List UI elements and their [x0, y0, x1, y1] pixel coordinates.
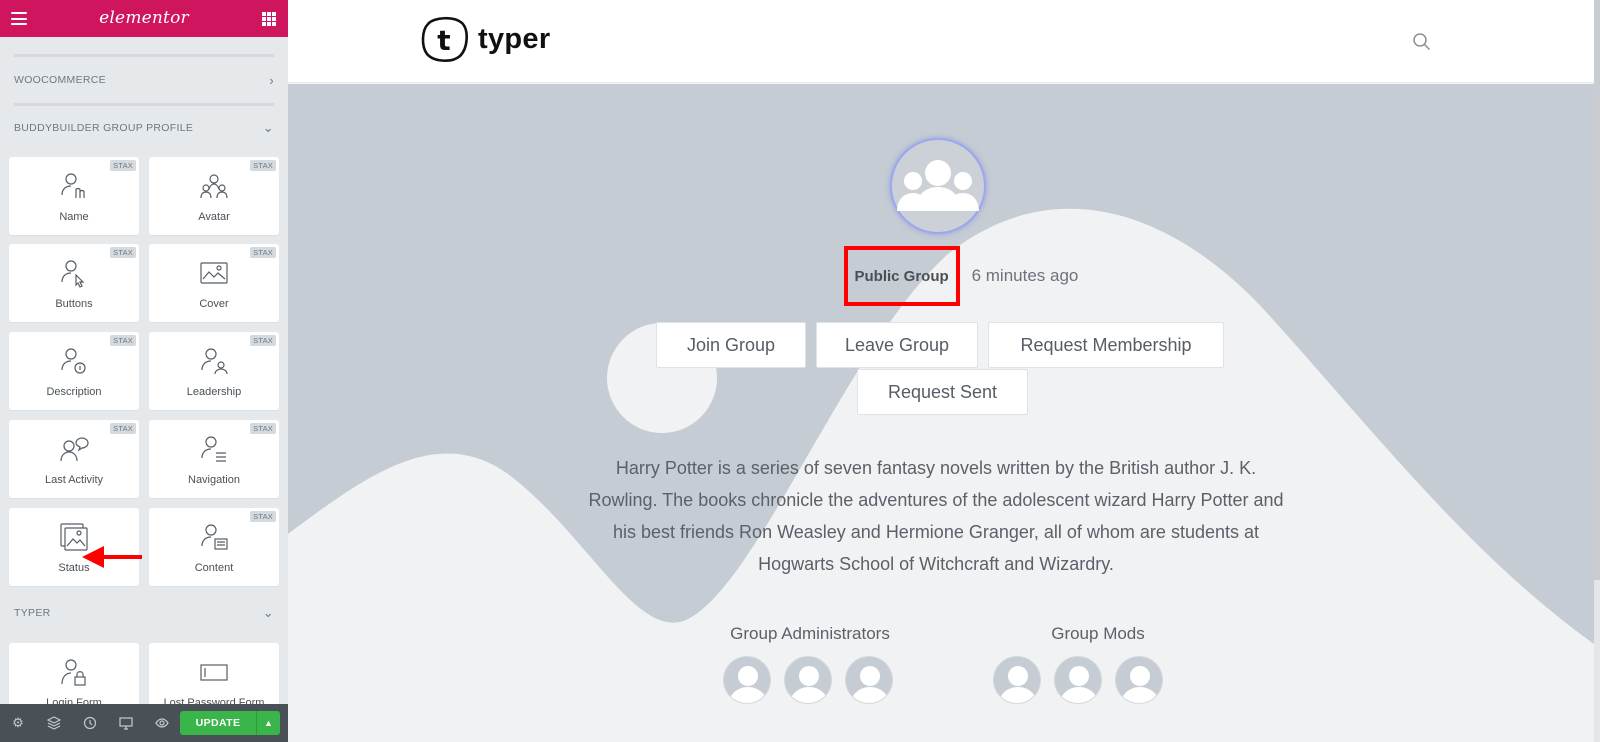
divider — [14, 54, 274, 57]
widget-label: Description — [46, 386, 102, 398]
widget-label: Leadership — [186, 386, 242, 398]
stax-badge: STAX — [250, 511, 276, 522]
divider — [14, 103, 274, 106]
category-label: WOOCOMMERCE — [14, 74, 106, 86]
admin-avatar[interactable] — [784, 656, 832, 704]
typer-logo-mark-icon: t — [421, 16, 468, 62]
stax-badge: STAX — [250, 423, 276, 434]
mod-avatar[interactable] — [993, 656, 1041, 704]
group-placeholder-icon — [897, 160, 979, 211]
user-chat-icon — [60, 437, 89, 462]
input-field-icon — [200, 664, 228, 681]
category-woocommerce[interactable]: WOOCOMMERCE › — [14, 72, 274, 88]
group-mods-title: Group Mods — [1051, 624, 1145, 643]
widget-last-activity[interactable]: STAX Last Activity — [9, 420, 139, 498]
user-placeholder-icon — [1059, 666, 1099, 703]
user-placeholder-icon — [850, 666, 890, 703]
widget-label: Name — [59, 211, 89, 223]
chevron-right-icon: › — [269, 72, 274, 88]
settings-gear-icon[interactable]: ⚙ — [0, 704, 36, 742]
category-typer[interactable]: TYPER ⌄ — [14, 605, 274, 621]
user-lock-icon — [61, 659, 86, 686]
widget-leadership[interactable]: STAX Leadership — [149, 332, 279, 410]
preview-eye-icon[interactable] — [144, 704, 180, 742]
stax-badge: STAX — [250, 335, 276, 346]
group-administrators-title: Group Administrators — [730, 624, 890, 643]
widget-navigation[interactable]: STAX Navigation — [149, 420, 279, 498]
widget-buttons[interactable]: STAX Buttons — [9, 244, 139, 322]
user-cursor-icon — [61, 260, 85, 288]
user-placeholder-icon — [728, 666, 768, 703]
widget-name[interactable]: STAX Name — [9, 157, 139, 235]
panel-footer: ⚙ UPDATE ▲ — [0, 704, 288, 742]
stax-badge: STAX — [110, 423, 136, 434]
category-label: BUDDYBUILDER GROUP PROFILE — [14, 122, 194, 134]
user-leader-icon — [201, 348, 228, 375]
widget-content[interactable]: STAX Content — [149, 508, 279, 586]
widget-cover[interactable]: STAX Cover — [149, 244, 279, 322]
user-placeholder-icon — [998, 666, 1038, 703]
leave-group-button[interactable]: Leave Group — [816, 322, 978, 368]
annotation-arrow-icon — [82, 546, 142, 568]
widget-label: Last Activity — [44, 474, 104, 486]
category-group-profile[interactable]: BUDDYBUILDER GROUP PROFILE ⌄ — [14, 120, 274, 136]
widget-label: Buttons — [55, 298, 93, 310]
widgets-grid-icon[interactable] — [262, 12, 276, 26]
stax-badge: STAX — [110, 160, 136, 171]
user-list-icon — [201, 436, 226, 462]
user-info-icon — [61, 348, 86, 374]
user-content-icon — [201, 524, 228, 550]
widget-avatar[interactable]: STAX Avatar — [149, 157, 279, 235]
chevron-down-icon: ⌄ — [262, 605, 274, 620]
widget-label: Content — [194, 562, 234, 574]
caret-up-icon[interactable]: ▲ — [256, 711, 280, 735]
widget-label: Navigation — [188, 474, 240, 486]
stax-badge: STAX — [110, 335, 136, 346]
history-icon[interactable] — [72, 704, 108, 742]
widget-label: Avatar — [198, 211, 230, 223]
layers-icon[interactable] — [36, 704, 72, 742]
responsive-desktop-icon[interactable] — [108, 704, 144, 742]
site-logo[interactable]: t typer — [420, 14, 550, 64]
group-description: Harry Potter is a series of seven fantas… — [588, 458, 1284, 574]
scrollbar-thumb[interactable] — [1594, 0, 1600, 580]
user-placeholder-icon — [789, 666, 829, 703]
elementor-logo: elementor — [99, 8, 189, 28]
svg-text:t: t — [437, 24, 450, 57]
update-button[interactable]: UPDATE — [180, 711, 256, 735]
admin-avatar[interactable] — [723, 656, 771, 704]
update-group: UPDATE ▲ — [180, 711, 280, 735]
search-icon[interactable] — [1412, 32, 1432, 52]
widget-label: Cover — [199, 298, 229, 310]
mod-avatar[interactable] — [1115, 656, 1163, 704]
elementor-panel: elementor WOOCOMMERCE › BUDDYBUILDER GRO… — [0, 0, 288, 742]
admin-avatar[interactable] — [845, 656, 893, 704]
site-preview: t typer Public Group 6 minutes ago Join … — [288, 0, 1600, 742]
site-brand-name: typer — [478, 22, 551, 55]
user-placeholder-icon — [1120, 666, 1160, 703]
widget-description[interactable]: STAX Description — [9, 332, 139, 410]
user-name-icon — [61, 173, 85, 198]
site-header: t typer — [288, 0, 1600, 83]
mod-avatar[interactable] — [1054, 656, 1102, 704]
stax-badge: STAX — [110, 247, 136, 258]
join-group-button[interactable]: Join Group — [656, 322, 806, 368]
panel-header: elementor — [0, 0, 288, 37]
group-status-row: Public Group 6 minutes ago — [288, 246, 1594, 306]
group-avatar-icon — [200, 174, 228, 199]
group-created-time: 6 minutes ago — [971, 266, 1079, 285]
stax-badge: STAX — [250, 160, 276, 171]
cover-image-icon — [200, 262, 228, 284]
chevron-down-icon: ⌄ — [262, 120, 274, 135]
request-sent-button[interactable]: Request Sent — [857, 369, 1028, 415]
stax-badge: STAX — [250, 247, 276, 258]
category-label: TYPER — [14, 607, 51, 619]
group-status: Public Group — [843, 246, 960, 306]
request-membership-button[interactable]: Request Membership — [988, 322, 1224, 368]
group-avatar[interactable] — [890, 138, 986, 234]
